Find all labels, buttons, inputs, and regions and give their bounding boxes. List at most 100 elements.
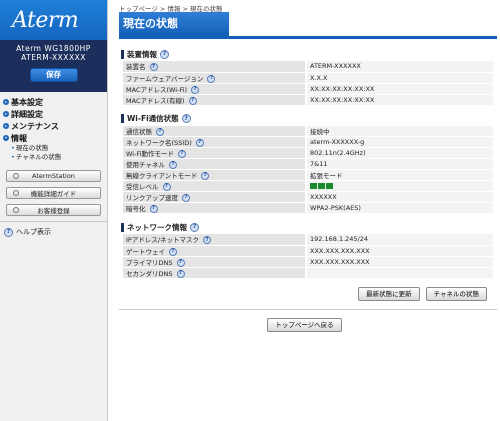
side-button-label: AtermStation	[32, 172, 75, 180]
signal-bar	[318, 183, 325, 189]
row-value: XXXXXX	[306, 191, 493, 203]
row-value: aterm-XXXXXX-g	[306, 136, 493, 148]
table-row: MACアドレス(有線)? XX:XX:XX:XX:XX:XX	[123, 94, 493, 106]
menu-item-label: 詳細設定	[11, 109, 43, 119]
help-icon[interactable]: ?	[162, 183, 171, 191]
help-label: ヘルプ表示	[16, 228, 51, 236]
row-label: IPアドレス/ネットマスク	[126, 236, 200, 245]
section-title: ネットワーク情報	[127, 222, 187, 232]
sidebar: Aterm Aterm WG1800HP ATERM-XXXXXX 保存 基本設…	[0, 0, 108, 421]
help-icon[interactable]: ?	[169, 247, 177, 256]
section-wifi-status: Wi-Fi通信状態 ?	[121, 112, 500, 126]
row-label: ゲートウェイ	[126, 247, 165, 256]
row-value: 192.168.1.245/24	[306, 234, 493, 246]
help-icon[interactable]: ?	[156, 127, 164, 136]
refresh-button[interactable]: 最新状態に更新	[358, 286, 420, 301]
arrow-right-icon	[3, 99, 9, 105]
arrow-right-icon	[3, 123, 9, 129]
row-value	[306, 267, 493, 279]
row-value: XX:XX:XX:XX:XX:XX	[306, 94, 493, 106]
help-icon[interactable]: ?	[176, 258, 185, 267]
row-label: ファームウェアバージョン	[126, 74, 204, 83]
help-icon: ?	[4, 227, 13, 237]
help-icon[interactable]: ?	[201, 172, 210, 180]
side-button-label: お客様登録	[37, 207, 70, 215]
menu-item-advanced-settings[interactable]: 詳細設定	[3, 108, 104, 120]
help-icon[interactable]: ?	[168, 161, 177, 169]
row-label: 通信状態	[126, 127, 152, 136]
breadcrumb: トップページ > 情報 > 現在の状態	[119, 5, 223, 13]
row-value: 7&11	[306, 158, 493, 170]
table-row: ネットワーク名(SSID)? aterm-XXXXXX-g	[123, 136, 493, 148]
menu-item-info[interactable]: 情報	[3, 132, 104, 144]
table-row: プライマリDNS? XXX.XXX.XXX.XXX	[123, 256, 493, 268]
menu-item-maintenance[interactable]: メンテナンス	[3, 120, 104, 132]
table-row: IPアドレス/ネットマスク? 192.168.1.245/24	[123, 234, 493, 246]
row-value: 接続中	[306, 125, 493, 137]
arrow-right-icon	[3, 111, 9, 117]
logo-area: Aterm	[0, 0, 107, 40]
help-icon[interactable]: ?	[190, 222, 199, 232]
help-icon[interactable]: ?	[176, 269, 185, 278]
section-bar	[121, 222, 124, 232]
row-label: 装置名	[126, 63, 146, 72]
signal-level-indicator	[310, 183, 333, 189]
action-row: 最新状態に更新 チャネルの状態	[109, 286, 487, 301]
help-toggle[interactable]: ? ヘルプ表示	[0, 221, 107, 237]
arrow-down-icon	[3, 135, 9, 141]
table-row: MACアドレス(Wi-Fi)? XX:XX:XX:XX:XX:XX	[123, 83, 493, 95]
help-icon[interactable]: ?	[182, 194, 190, 202]
channel-status-button[interactable]: チャネルの状態	[425, 286, 487, 301]
menu-item-label: 基本設定	[11, 97, 43, 107]
section-bar	[121, 114, 124, 123]
device-id: ATERM-XXXXXX	[21, 53, 86, 62]
page-title: 現在の状態	[119, 12, 229, 36]
feature-guide-button[interactable]: 機能詳細ガイド	[6, 187, 101, 199]
row-label: 無線クライアントモード	[126, 172, 198, 180]
help-icon[interactable]: ?	[160, 49, 169, 59]
row-label: Wi-Fi動作モード	[126, 150, 175, 158]
section-title: Wi-Fi通信状態	[127, 114, 179, 123]
help-icon[interactable]: ?	[178, 150, 187, 158]
table-row: Wi-Fi動作モード? 802.11n(2.4GHz)	[123, 147, 493, 159]
device-info-table: 装置名? ATERM-XXXXXX ファームウェアバージョン? X.X.X MA…	[123, 61, 493, 106]
help-icon[interactable]: ?	[149, 63, 158, 72]
help-icon[interactable]: ?	[188, 96, 197, 105]
row-value: ATERM-XXXXXX	[306, 61, 493, 73]
help-icon[interactable]: ?	[207, 74, 216, 83]
atermstation-button[interactable]: AtermStation	[6, 170, 101, 182]
submenu-item-current-status[interactable]: 現在の状態	[11, 144, 104, 153]
row-label: 暗号化	[126, 205, 146, 213]
help-icon[interactable]: ?	[181, 114, 191, 123]
table-row: 受信レベル?	[123, 180, 493, 192]
help-icon[interactable]: ?	[149, 205, 158, 213]
row-value: 拡張モード	[306, 169, 493, 181]
row-label: ネットワーク名(SSID)	[126, 139, 192, 147]
section-title: 装置情報	[127, 49, 157, 59]
menu-item-label: メンテナンス	[11, 121, 59, 131]
row-label: 使用チャネル	[126, 161, 165, 169]
device-info-box: Aterm WG1800HP ATERM-XXXXXX 保存	[0, 40, 107, 92]
table-row: 暗号化? WPA2-PSK(AES)	[123, 202, 493, 214]
menu-item-basic-settings[interactable]: 基本設定	[3, 96, 104, 108]
row-value: XXX.XXX.XXX.XXX	[306, 245, 493, 257]
row-value: WPA2-PSK(AES)	[306, 202, 493, 214]
aterm-logo: Aterm	[12, 7, 79, 33]
table-row: 装置名? ATERM-XXXXXX	[123, 61, 493, 73]
menu-item-label: 情報	[11, 133, 27, 143]
help-icon[interactable]: ?	[203, 236, 212, 245]
help-icon[interactable]: ?	[191, 85, 200, 94]
save-button[interactable]: 保存	[29, 68, 78, 82]
table-row: 通信状態? 接続中	[123, 125, 493, 137]
wifi-status-table: 通信状態? 接続中 ネットワーク名(SSID)? aterm-XXXXXX-g …	[123, 125, 493, 214]
signal-bar	[326, 183, 333, 189]
back-to-top-button[interactable]: トップページへ戻る	[267, 317, 342, 332]
customer-registration-button[interactable]: お客様登録	[6, 204, 101, 216]
table-row: 使用チャネル? 7&11	[123, 158, 493, 170]
device-model: Aterm WG1800HP	[16, 44, 91, 53]
network-info-table: IPアドレス/ネットマスク? 192.168.1.245/24 ゲートウェイ? …	[123, 234, 493, 279]
side-buttons: AtermStation 機能詳細ガイド お客様登録	[0, 162, 107, 216]
back-row: トップページへ戻る	[109, 317, 500, 332]
help-icon[interactable]: ?	[195, 139, 204, 147]
submenu-item-channel-status[interactable]: チャネルの状態	[11, 153, 104, 162]
